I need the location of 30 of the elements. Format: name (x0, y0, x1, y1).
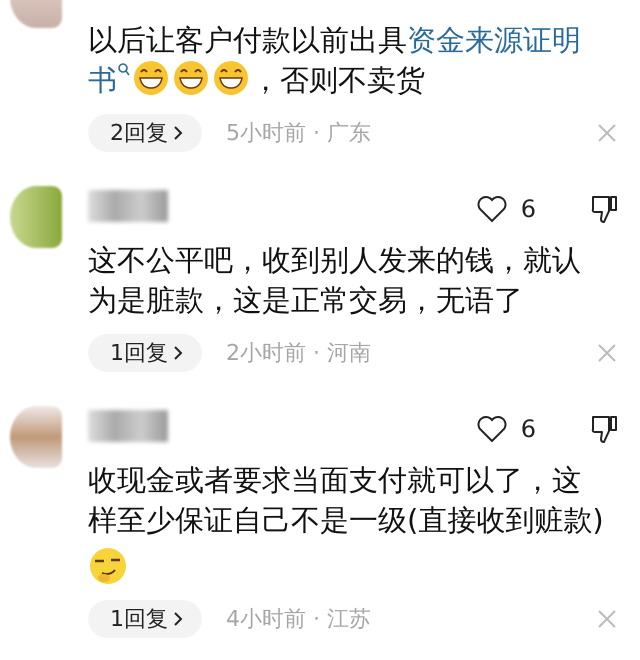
comment-meta: 5小时前 · 广东 (226, 120, 371, 148)
search-icon (117, 62, 131, 78)
thumbs-down-icon[interactable] (590, 414, 618, 444)
search-link[interactable]: 资金来源证明 (407, 23, 581, 57)
chevron-right-icon (172, 124, 184, 142)
close-icon[interactable] (596, 122, 618, 144)
smirking-emoji-icon (88, 546, 128, 586)
like-count: 6 (520, 195, 536, 223)
comment-text: 以后让客户付款以前出具资金来源证明 书 ，否则不卖货 (88, 22, 582, 99)
thumbs-down-icon[interactable] (590, 194, 618, 224)
close-icon[interactable] (596, 342, 618, 364)
replies-button[interactable]: 1回复 (88, 600, 202, 638)
close-icon[interactable] (596, 608, 618, 630)
replies-button[interactable]: 2回复 (88, 114, 202, 152)
like-count: 6 (520, 415, 536, 443)
comment-text: 收现金或者要求当面支付就可以了，这样至少保证自己不是一级(直接收到赃款) (88, 460, 606, 586)
heart-icon[interactable] (476, 415, 507, 443)
replies-button[interactable]: 1回复 (88, 334, 202, 372)
heart-icon[interactable] (476, 195, 507, 223)
comment-meta: 4小时前 · 江苏 (226, 606, 371, 634)
comment-text: 这不公平吧，收到别人发来的钱，就认为是脏款，这是正常交易，无语了 (88, 242, 582, 319)
grinning-emoji-icon (213, 60, 249, 96)
grinning-emoji-icon (173, 60, 209, 96)
comment-meta: 2小时前 · 河南 (226, 340, 371, 368)
chevron-right-icon (172, 344, 184, 362)
chevron-right-icon (172, 610, 184, 628)
search-link[interactable]: 书 (88, 63, 117, 97)
avatar[interactable] (10, 406, 62, 468)
avatar[interactable] (10, 186, 62, 248)
grinning-emoji-icon (133, 60, 169, 96)
